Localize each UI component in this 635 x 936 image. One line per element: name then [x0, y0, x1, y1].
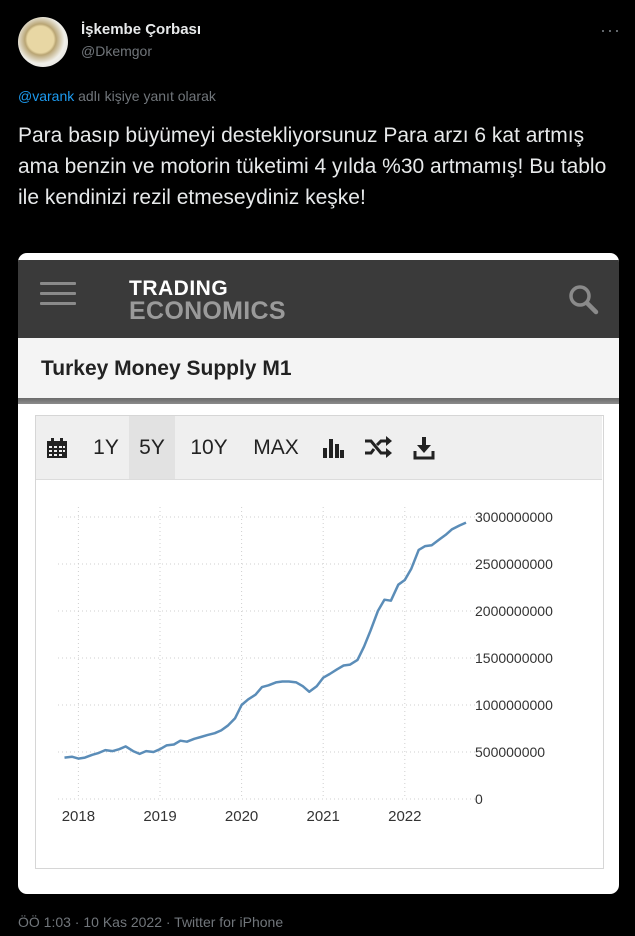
reply-context-text: adlı kişiye yanıt olarak [74, 88, 216, 104]
divider [18, 398, 619, 404]
logo-economics: ECONOMICS [129, 297, 286, 325]
y-tick-label: 0 [475, 791, 483, 807]
y-tick-label: 1500000000 [475, 650, 553, 666]
chart-page-title: Turkey Money Supply M1 [41, 357, 292, 380]
x-tick-label: 2019 [143, 808, 176, 825]
x-tick-label: 2018 [62, 808, 95, 825]
attached-image[interactable]: TRADING ECONOMICS Turkey Money Supply M1… [18, 253, 619, 894]
bar-chart-icon[interactable] [322, 437, 344, 459]
shuffle-icon[interactable] [364, 436, 392, 458]
avatar[interactable] [18, 17, 68, 67]
x-tick-label: 2020 [225, 808, 258, 825]
y-tick-label: 3000000000 [475, 509, 553, 525]
tweet-text: Para basıp büyümeyi destekliyorsunuz Par… [18, 124, 607, 209]
author-handle[interactable]: @Dkemgor [81, 43, 152, 59]
range-5y-button[interactable]: 5Y [129, 416, 175, 479]
tweet-timestamp[interactable]: ÖÖ 1:03 · 10 Kas 2022 · Twitter for iPho… [18, 914, 283, 930]
range-max-button[interactable]: MAX [245, 416, 307, 479]
x-tick-label: 2021 [307, 808, 340, 825]
y-tick-label: 1000000000 [475, 697, 553, 713]
range-10y-button[interactable]: 10Y [181, 416, 237, 479]
money-supply-chart: 3000000000 2500000000 2000000000 1500000000… [58, 507, 553, 825]
menu-icon [40, 282, 76, 310]
author-name[interactable]: İşkembe Çorbası [81, 21, 201, 38]
series-line [64, 521, 467, 760]
calendar-icon [47, 438, 67, 458]
download-icon[interactable] [413, 436, 435, 460]
reply-mention-link[interactable]: @varank [18, 88, 74, 104]
y-tick-label: 500000000 [475, 744, 545, 760]
search-icon [569, 285, 599, 315]
x-tick-label: 2022 [388, 808, 421, 825]
range-1y-button[interactable]: 1Y [83, 416, 129, 479]
chart-toolbar: 1Y 5Y 10Y MAX [36, 416, 602, 480]
reply-context: @varank adlı kişiye yanıt olarak [18, 88, 216, 104]
site-header: TRADING ECONOMICS [18, 260, 619, 338]
more-options-icon[interactable]: ··· [600, 20, 621, 41]
y-tick-label: 2500000000 [475, 556, 553, 572]
y-tick-label: 2000000000 [475, 603, 553, 619]
